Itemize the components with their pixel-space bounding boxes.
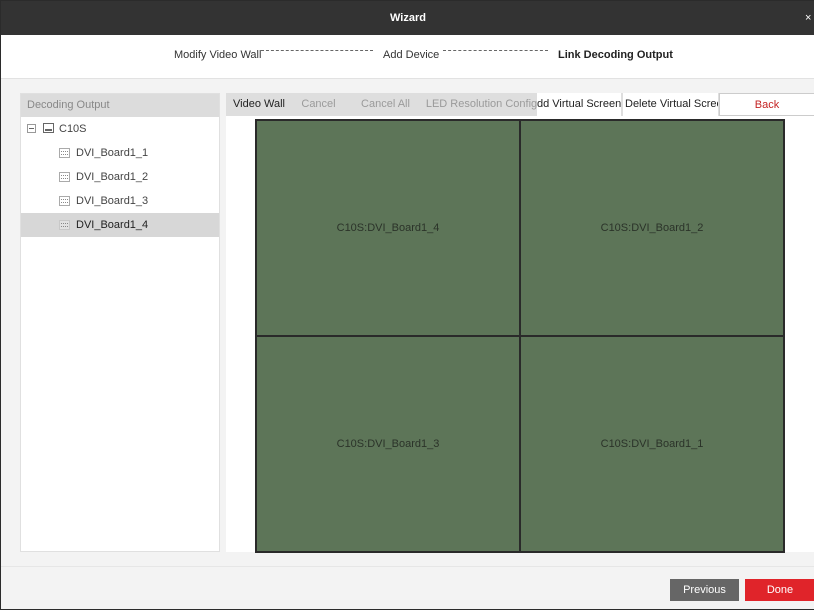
footer-divider: [1, 566, 814, 567]
tree-board-item[interactable]: DVI_Board1_2: [21, 165, 219, 189]
screen-label: C10S:DVI_Board1_1: [600, 438, 704, 450]
add-virtual-screen-button[interactable]: dd Virtual Screen: [537, 93, 621, 116]
previous-button[interactable]: Previous: [670, 579, 739, 601]
wall-screen-cell[interactable]: C10S:DVI_Board1_3: [256, 336, 520, 552]
done-button[interactable]: Done: [745, 579, 814, 601]
close-icon[interactable]: ×: [805, 1, 814, 35]
wall-screen-cell[interactable]: C10S:DVI_Board1_4: [256, 120, 520, 336]
board-label: DVI_Board1_2: [76, 171, 149, 183]
wall-screen-cell[interactable]: C10S:DVI_Board1_2: [520, 120, 784, 336]
step-connector: [261, 50, 373, 51]
cancel-all-button[interactable]: Cancel All: [353, 93, 418, 116]
wizard-steps: Modify Video Wall Add Device Link Decodi…: [1, 35, 814, 79]
wall-screen-cell[interactable]: C10S:DVI_Board1_1: [520, 336, 784, 552]
led-resolution-config-button[interactable]: LED Resolution Config: [425, 93, 538, 116]
delete-virtual-screen-button[interactable]: Delete Virtual Scree: [623, 93, 718, 116]
collapse-icon[interactable]: [27, 124, 36, 133]
board-icon: [59, 196, 70, 206]
title-bar: Wizard ×: [1, 1, 814, 35]
step-connector: [443, 50, 548, 51]
video-wall-grid: C10S:DVI_Board1_4 C10S:DVI_Board1_2 C10S…: [255, 119, 785, 553]
step-link-decoding-output: Link Decoding Output: [558, 49, 673, 61]
panel-header: Decoding Output: [21, 94, 219, 117]
board-icon: [59, 220, 70, 230]
video-wall-area: C10S:DVI_Board1_4 C10S:DVI_Board1_2 C10S…: [226, 116, 814, 553]
cancel-button[interactable]: Cancel: [293, 93, 344, 116]
tree-board-item[interactable]: DVI_Board1_3: [21, 189, 219, 213]
wizard-window: Wizard × Modify Video Wall Add Device Li…: [0, 0, 814, 610]
screen-label: C10S:DVI_Board1_4: [336, 222, 440, 234]
board-icon: [59, 172, 70, 182]
screen-label: C10S:DVI_Board1_2: [600, 222, 704, 234]
board-icon: [59, 148, 70, 158]
board-label: DVI_Board1_1: [76, 147, 149, 159]
board-label: DVI_Board1_4: [76, 219, 149, 231]
video-wall-toolbar: Video Wall Cancel Cancel All LED Resolut…: [226, 93, 814, 116]
device-label: C10S: [59, 123, 87, 135]
board-label: DVI_Board1_3: [76, 195, 149, 207]
decoding-output-panel: Decoding Output C10S DVI_Board1_1 DVI_Bo…: [20, 93, 220, 552]
window-title: Wizard: [390, 12, 426, 24]
screen-label: C10S:DVI_Board1_3: [336, 438, 440, 450]
back-button[interactable]: Back: [719, 93, 814, 116]
device-icon: [43, 123, 54, 133]
tree-board-item[interactable]: DVI_Board1_1: [21, 141, 219, 165]
video-wall-tab[interactable]: Video Wall: [230, 93, 288, 116]
step-add-device: Add Device: [383, 49, 440, 61]
step-modify-video-wall: Modify Video Wall: [174, 49, 262, 61]
tree-board-item-selected[interactable]: DVI_Board1_4: [21, 213, 219, 237]
tree-device-c10s[interactable]: C10S: [21, 117, 219, 141]
